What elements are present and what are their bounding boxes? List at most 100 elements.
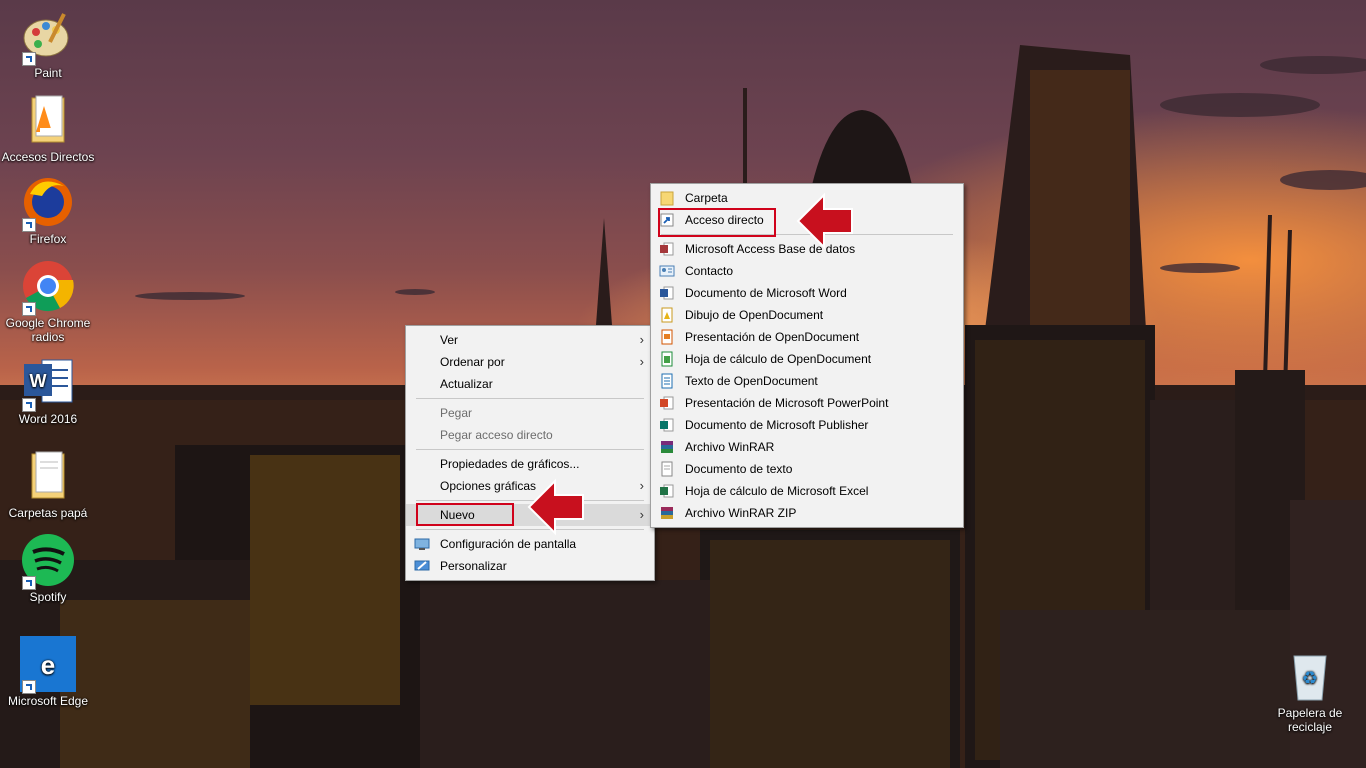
display-settings-icon <box>414 538 430 550</box>
red-arrow-icon <box>796 192 853 250</box>
submenu-item-label: Carpeta <box>685 191 728 205</box>
excel-icon <box>660 484 674 498</box>
svg-text:e: e <box>41 650 55 680</box>
svg-text:♻: ♻ <box>1302 668 1318 689</box>
submenu-item-hoja-opendocument[interactable]: Hoja de cálculo de OpenDocument <box>651 348 963 370</box>
submenu-item-contacto[interactable]: Contacto <box>651 260 963 282</box>
access-icon <box>660 242 674 256</box>
highlight-box-nuevo <box>416 503 514 526</box>
submenu-item-label: Dibujo de OpenDocument <box>685 308 824 322</box>
chevron-right-icon: › <box>639 332 644 347</box>
submenu-item-label: Contacto <box>685 264 734 278</box>
odp-icon <box>661 329 673 345</box>
chevron-right-icon: › <box>639 507 644 522</box>
menu-item-label: Personalizar <box>440 559 507 573</box>
edge-icon: e <box>20 636 76 694</box>
submenu-item-winrar-zip[interactable]: Archivo WinRAR ZIP <box>651 502 963 524</box>
chrome-icon <box>20 258 76 316</box>
desktop-icon-label: Carpetas papá <box>8 506 88 520</box>
submenu-item-label: Presentación de Microsoft PowerPoint <box>685 396 889 410</box>
submenu-item-label: Documento de Microsoft Publisher <box>685 418 869 432</box>
menu-item-ver[interactable]: Ver › <box>406 329 654 351</box>
winrar-icon <box>661 441 673 453</box>
desktop-context-menu: Ver › Ordenar por › Actualizar Pegar Peg… <box>405 325 655 581</box>
submenu-item-label: Presentación de OpenDocument <box>685 330 860 344</box>
submenu-item-label: Documento de Microsoft Word <box>685 286 847 300</box>
folder-icon <box>20 92 76 148</box>
submenu-item-texto-opendocument[interactable]: Texto de OpenDocument <box>651 370 963 392</box>
desktop-icon-microsoft-edge[interactable]: e Microsoft Edge <box>0 636 96 708</box>
desktop-icon-spotify[interactable]: Spotify <box>0 532 96 604</box>
menu-item-configuracion-pantalla[interactable]: Configuración de pantalla <box>406 533 654 555</box>
desktop-icon-label: Accesos Directos <box>1 150 95 164</box>
submenu-item-label: Archivo WinRAR ZIP <box>685 506 797 520</box>
submenu-item-word[interactable]: Documento de Microsoft Word <box>651 282 963 304</box>
svg-text:W: W <box>30 371 47 391</box>
menu-item-label: Ver <box>440 333 459 347</box>
shortcut-arrow-icon <box>22 680 36 694</box>
menu-item-actualizar[interactable]: Actualizar <box>406 373 654 395</box>
desktop-icon-papelera[interactable]: ♻ Papelera de reciclaje <box>1262 648 1358 734</box>
shortcut-arrow-icon <box>22 398 36 412</box>
submenu-item-excel[interactable]: Hoja de cálculo de Microsoft Excel <box>651 480 963 502</box>
contact-icon <box>659 265 675 277</box>
submenu-item-dibujo-opendocument[interactable]: Dibujo de OpenDocument <box>651 304 963 326</box>
menu-item-label: Pegar <box>440 406 473 420</box>
highlight-box-acceso-directo <box>658 208 776 237</box>
submenu-item-documento-texto[interactable]: Documento de texto <box>651 458 963 480</box>
spotify-icon <box>20 532 76 590</box>
submenu-item-presentacion-opendocument[interactable]: Presentación de OpenDocument <box>651 326 963 348</box>
personalize-icon <box>414 560 430 571</box>
menu-item-label: Pegar acceso directo <box>440 428 553 442</box>
shortcut-arrow-icon <box>22 302 36 316</box>
text-document-icon <box>661 461 673 477</box>
paint-icon <box>20 8 76 66</box>
desktop-icon-label: Paint <box>34 66 62 80</box>
ods-icon <box>661 351 673 367</box>
winrar-zip-icon <box>661 507 673 519</box>
desktop-icon-word-2016[interactable]: W Word 2016 <box>0 354 96 426</box>
odg-icon <box>661 307 673 323</box>
desktop-icon-label: Firefox <box>29 232 67 246</box>
desktop-icon-firefox[interactable]: Firefox <box>0 174 96 246</box>
desktop-icon-accesos-directos[interactable]: Accesos Directos <box>0 92 96 164</box>
menu-item-pegar-acceso-directo: Pegar acceso directo <box>406 424 654 446</box>
menu-item-label: Ordenar por <box>440 355 505 369</box>
menu-item-label: Propiedades de gráficos... <box>440 457 580 471</box>
submenu-item-winrar[interactable]: Archivo WinRAR <box>651 436 963 458</box>
shortcut-arrow-icon <box>22 52 36 66</box>
desktop-icon-label: Spotify <box>29 590 67 604</box>
odt-icon <box>661 373 673 389</box>
red-arrow-icon <box>527 478 584 536</box>
chevron-right-icon: › <box>639 354 644 369</box>
word-icon <box>660 286 674 300</box>
desktop-icon-carpetas-papa[interactable]: Carpetas papá <box>0 448 96 520</box>
menu-separator <box>416 398 644 399</box>
submenu-item-publisher[interactable]: Documento de Microsoft Publisher <box>651 414 963 436</box>
desktop-icon-label: Google Chrome radios <box>5 316 91 344</box>
menu-item-personalizar[interactable]: Personalizar <box>406 555 654 577</box>
desktop-icon-label: Microsoft Edge <box>7 694 89 708</box>
folder-icon <box>20 448 76 504</box>
menu-item-label: Configuración de pantalla <box>440 537 577 551</box>
menu-item-label: Opciones gráficas <box>440 479 537 493</box>
submenu-item-label: Archivo WinRAR <box>685 440 775 454</box>
submenu-item-powerpoint[interactable]: Presentación de Microsoft PowerPoint <box>651 392 963 414</box>
desktop-icon-label: Papelera de reciclaje <box>1277 706 1343 734</box>
folder-icon <box>660 191 674 206</box>
submenu-item-label: Documento de texto <box>685 462 793 476</box>
word-icon: W <box>20 354 76 412</box>
submenu-item-label: Hoja de cálculo de Microsoft Excel <box>685 484 869 498</box>
chevron-right-icon: › <box>639 478 644 493</box>
submenu-item-label: Hoja de cálculo de OpenDocument <box>685 352 872 366</box>
menu-item-ordenar-por[interactable]: Ordenar por › <box>406 351 654 373</box>
menu-item-propiedades-graficos[interactable]: Propiedades de gráficos... <box>406 453 654 475</box>
desktop-icon-google-chrome[interactable]: Google Chrome radios <box>0 258 96 344</box>
firefox-icon <box>20 174 76 232</box>
menu-item-pegar: Pegar <box>406 402 654 424</box>
desktop-icon-label: Word 2016 <box>18 412 78 426</box>
desktop-icon-paint[interactable]: Paint <box>0 8 96 80</box>
menu-separator <box>416 449 644 450</box>
menu-item-label: Actualizar <box>440 377 493 391</box>
shortcut-arrow-icon <box>22 218 36 232</box>
